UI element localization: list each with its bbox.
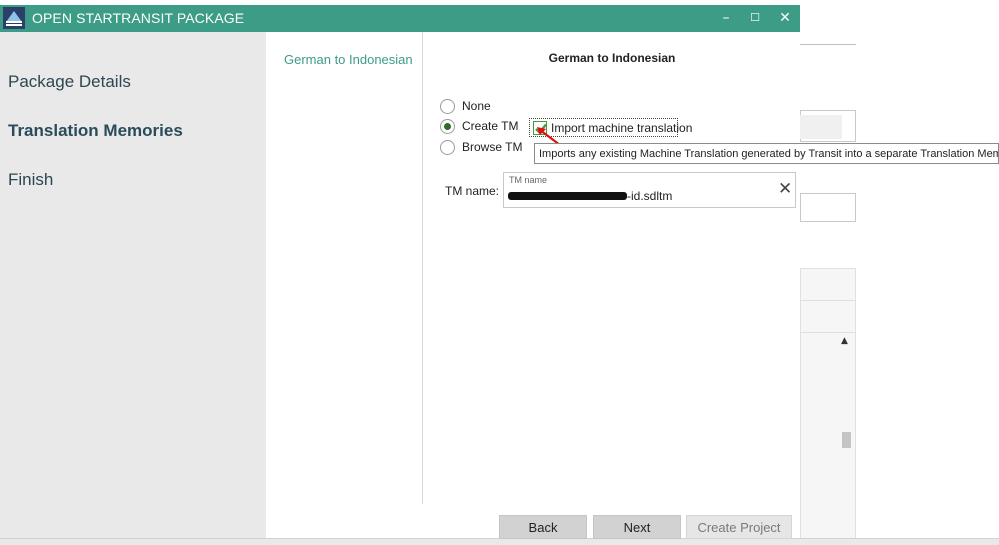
import-mt-label: Import machine translation bbox=[551, 121, 693, 135]
radio-create-tm[interactable] bbox=[440, 119, 455, 134]
title-bar[interactable]: OPEN STARTRANSIT PACKAGE – ☐ ✕ bbox=[0, 5, 800, 32]
radio-none-label: None bbox=[462, 99, 491, 113]
background-list bbox=[800, 268, 856, 545]
step-translation-memories[interactable]: Translation Memories bbox=[8, 121, 183, 141]
language-pair-heading: German to Indonesian bbox=[548, 51, 676, 65]
clear-icon[interactable]: ✕ bbox=[778, 180, 792, 198]
wizard-steps-sidebar: Package Details Translation Memories Fin… bbox=[0, 32, 266, 538]
radio-browse-tm-label: Browse TM bbox=[462, 140, 523, 154]
tm-name-value: -id.sdltm bbox=[627, 189, 673, 203]
back-button[interactable]: Back bbox=[499, 515, 587, 539]
language-pair-item[interactable]: German to Indonesian bbox=[284, 52, 413, 67]
maximize-button[interactable]: ☐ bbox=[745, 8, 765, 28]
language-pairs-list: German to Indonesian bbox=[266, 32, 423, 504]
background-divider bbox=[800, 44, 856, 45]
background-field-inner bbox=[800, 115, 842, 139]
redacted-text bbox=[508, 192, 627, 200]
background-list-row bbox=[800, 332, 856, 333]
step-finish[interactable]: Finish bbox=[8, 170, 53, 190]
window-title: OPEN STARTRANSIT PACKAGE bbox=[32, 10, 245, 26]
scroll-up-arrow-icon[interactable]: ▲ bbox=[841, 336, 848, 346]
import-mt-tooltip: Imports any existing Machine Translation… bbox=[534, 143, 999, 164]
radio-none[interactable] bbox=[440, 99, 455, 114]
tm-name-floating-label: TM name bbox=[509, 175, 548, 185]
step-package-details[interactable]: Package Details bbox=[8, 72, 131, 92]
close-button[interactable]: ✕ bbox=[775, 8, 795, 28]
scrollbar-thumb[interactable] bbox=[842, 432, 851, 448]
tm-name-field[interactable]: TM name -id.sdltm ✕ bbox=[503, 172, 796, 208]
tm-name-label: TM name: bbox=[445, 184, 500, 198]
create-project-button[interactable]: Create Project bbox=[686, 515, 792, 539]
next-button[interactable]: Next bbox=[593, 515, 681, 539]
background-list-row bbox=[800, 300, 856, 301]
minimize-button[interactable]: – bbox=[716, 8, 736, 28]
taskbar-strip bbox=[0, 538, 999, 545]
radio-browse-tm[interactable] bbox=[440, 140, 455, 155]
background-input bbox=[800, 193, 856, 222]
app-logo-icon bbox=[3, 7, 25, 29]
radio-create-tm-label: Create TM bbox=[462, 119, 519, 133]
tm-settings-panel: German to Indonesian None Create TM Brow… bbox=[424, 32, 800, 539]
open-startransit-dialog: OPEN STARTRANSIT PACKAGE – ☐ ✕ Package D… bbox=[0, 5, 800, 539]
